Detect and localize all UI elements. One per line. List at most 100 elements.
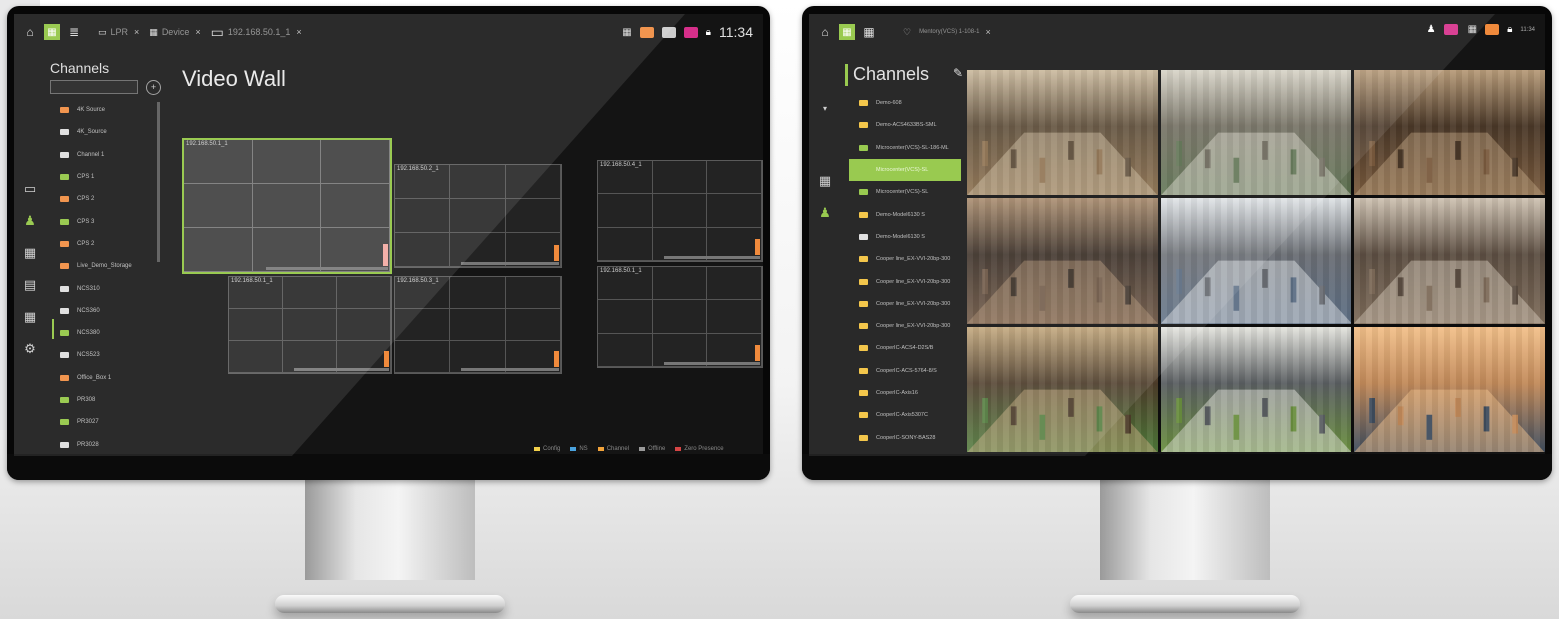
wall-cell[interactable] [283, 277, 337, 309]
event-badge[interactable] [1443, 24, 1458, 35]
wall-cell[interactable] [252, 228, 322, 272]
channel-scrollbar[interactable] [157, 102, 160, 262]
notification-badge[interactable] [1485, 24, 1500, 35]
channel-item[interactable]: NCS360 [60, 300, 152, 322]
wall-cell[interactable] [652, 267, 708, 301]
video-wall-layout[interactable]: 192.168.50.1_1 [182, 138, 392, 274]
channel-item[interactable]: 4K_Source [60, 121, 152, 143]
tab-lpr[interactable]: ▭ LPR × [98, 27, 139, 38]
settings-icon[interactable]: ⚙ [20, 339, 40, 359]
channel-item[interactable]: NCS380 [60, 322, 152, 344]
channel-item[interactable]: Cooper line_EX-VVI-20bp-300 [849, 270, 961, 292]
wall-cell[interactable] [707, 194, 762, 228]
channel-item[interactable]: NCS523 [60, 344, 152, 366]
close-icon[interactable]: × [134, 27, 139, 37]
channel-item[interactable]: CPS 3 [60, 210, 152, 232]
wall-cell[interactable] [337, 309, 391, 341]
wall-cell[interactable] [652, 161, 708, 195]
camera-feed-parking-lot[interactable] [1354, 326, 1545, 452]
chevron-down-icon[interactable]: ▾ [815, 99, 835, 119]
grid-icon[interactable]: ▦ [622, 27, 631, 38]
person-icon[interactable]: ♟ [20, 211, 40, 231]
video-wall-layout[interactable]: 192.168.50.3_1 [394, 276, 562, 374]
video-wall-layout[interactable]: 192.168.50.2_1 [394, 164, 562, 268]
alert-icon[interactable]: ♟ [1427, 24, 1436, 35]
wall-icon[interactable]: ▤ [20, 275, 40, 295]
add-icon[interactable]: + [146, 80, 161, 95]
grid-icon[interactable]: ▦ [1468, 24, 1477, 35]
lock-icon[interactable]: 🔒︎ [1507, 24, 1512, 35]
wall-cell[interactable] [598, 300, 653, 334]
video-wall-layout[interactable]: 192.168.50.4_1 [597, 160, 763, 262]
lock-icon[interactable]: 🔒︎ [706, 27, 711, 38]
wall-cell[interactable] [450, 199, 506, 233]
channel-item[interactable]: PR308 [60, 389, 152, 411]
notification-badge[interactable] [639, 26, 654, 38]
channel-search-input[interactable] [50, 80, 138, 94]
close-icon[interactable]: × [195, 27, 200, 37]
camera-feed-apple-store[interactable] [1354, 198, 1545, 324]
wall-cell[interactable] [450, 309, 506, 341]
wall-cell[interactable] [450, 277, 506, 309]
channel-item[interactable]: Demo-608 [849, 92, 961, 114]
channel-item[interactable]: 4K Source [60, 99, 152, 121]
wall-cell[interactable] [707, 267, 762, 301]
wall-cell[interactable] [395, 199, 451, 233]
channel-item[interactable]: Office_Box 1 [60, 367, 152, 389]
close-icon[interactable]: × [985, 27, 990, 37]
wall-cell[interactable] [598, 194, 653, 228]
camera-feed-store-front[interactable] [1354, 70, 1545, 196]
wall-cell[interactable] [707, 300, 762, 334]
camera-feed-mall-atrium[interactable] [967, 70, 1158, 196]
wall-cell[interactable] [505, 309, 561, 341]
channel-item[interactable]: CPS 2 [60, 233, 152, 255]
wall-cell[interactable] [395, 341, 451, 373]
channel-item[interactable]: CooperIC-ACS4-D2S/B [849, 337, 961, 359]
channel-item[interactable]: Cooper line_EX-VVI-20bp-300 [849, 293, 961, 315]
channel-item[interactable]: CooperIC-SONY-BAS28 [849, 426, 961, 448]
channel-item[interactable]: CooperIC-Axis5307C [849, 404, 961, 426]
wall-cell[interactable] [252, 184, 322, 228]
home-icon[interactable]: ⌂ [817, 24, 833, 40]
wall-cell[interactable] [321, 184, 390, 228]
wall-cell[interactable] [321, 228, 390, 272]
channel-item[interactable]: Cooper line_EX-VVI-20bp-300 [849, 248, 961, 270]
alarm-badge[interactable] [661, 26, 676, 38]
channel-item[interactable]: Microcenter(VCS)-SL [849, 158, 961, 182]
tab-live-view[interactable]: ♡ Mentory(VCS) 1-108-1 × [903, 27, 991, 38]
wall-cell[interactable] [505, 199, 561, 233]
wall-cell[interactable] [252, 140, 322, 184]
event-badge[interactable] [683, 26, 698, 38]
wall-cell[interactable] [283, 309, 337, 341]
camera-feed-electronics-aisle[interactable] [1160, 198, 1352, 324]
channel-item[interactable]: Microcenter(VCS)-SL [849, 181, 961, 203]
wall-cell[interactable] [505, 165, 561, 199]
channel-item[interactable]: CooperIC-Axis16 [849, 382, 961, 404]
wall-cell[interactable] [707, 161, 762, 195]
home-icon[interactable]: ⌂ [22, 24, 38, 40]
camera-icon[interactable]: ▭ [20, 179, 40, 199]
tile-icon[interactable]: ▦ [20, 243, 40, 263]
video-wall-layout[interactable]: 192.168.50.1_1 [228, 276, 392, 374]
channel-item[interactable]: Demo-ACS4633BS-SML [849, 114, 961, 136]
channel-item[interactable]: PR3028 [60, 433, 152, 454]
channel-item[interactable]: Live_Demo_Storage [60, 255, 152, 277]
wall-cell[interactable] [652, 300, 708, 334]
close-icon[interactable]: × [296, 27, 301, 37]
wall-cell[interactable] [450, 165, 506, 199]
wall-cell[interactable] [321, 140, 390, 184]
wall-cell[interactable] [337, 277, 391, 309]
tab-device[interactable]: ▦ Device × [149, 27, 200, 38]
channel-item[interactable]: Channel 1 [60, 144, 152, 166]
layout-icon[interactable]: ▦ [815, 171, 835, 191]
channel-item[interactable]: Cooper line_EX-VVI-20bp-300 [849, 315, 961, 337]
list-icon[interactable]: ≣ [66, 24, 82, 40]
channel-item[interactable]: CooperIC-ACS-5764-8/S [849, 360, 961, 382]
channel-item[interactable]: Demo-Model6130 S [849, 226, 961, 248]
channel-item[interactable]: CPS 2 [60, 188, 152, 210]
person-icon[interactable]: ♟ [815, 203, 835, 223]
wall-cell[interactable] [184, 184, 253, 228]
camera-feed-supermarket-checkout[interactable] [1160, 326, 1352, 452]
pin-icon[interactable]: ✎ [953, 66, 963, 80]
channel-item[interactable]: Microcenter(VCS)-SL-186-ML [849, 137, 961, 159]
